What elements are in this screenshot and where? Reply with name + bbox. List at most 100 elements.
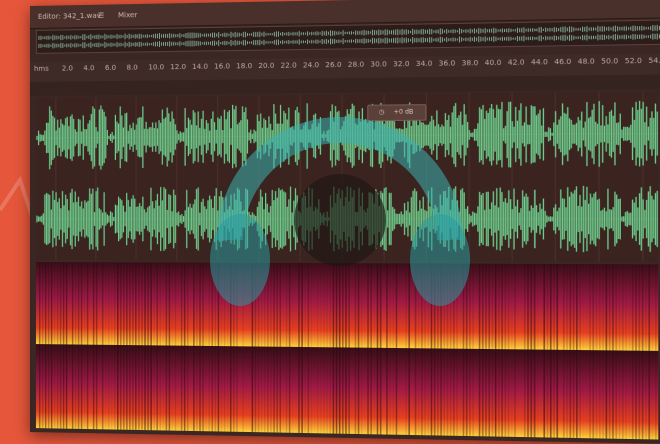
spectral-streak	[652, 264, 654, 439]
spectral-streak	[93, 262, 95, 429]
ruler-tick-label: 8.0	[127, 64, 138, 72]
spectral-streak	[635, 264, 637, 439]
spectral-streak	[501, 264, 503, 437]
spectral-streak	[431, 264, 433, 436]
ruler-tick-label: 18.0	[236, 62, 252, 70]
spectral-streak	[508, 264, 510, 437]
spectral-streak	[450, 264, 452, 436]
ruler-tick-label: 2.0	[62, 64, 73, 72]
ruler-start-label: hms	[34, 65, 49, 73]
spectral-streak	[289, 263, 291, 433]
spectral-streak	[233, 263, 235, 432]
ruler-tick-label: 6.0	[105, 64, 116, 72]
spectral-streak	[586, 264, 588, 438]
ruler-tick-label: 16.0	[214, 62, 230, 70]
spectral-streak	[534, 264, 536, 437]
menu-icon[interactable]: ☰	[98, 12, 104, 20]
spectral-streak	[169, 263, 171, 431]
spectral-streak	[42, 262, 43, 428]
spectral-streak	[553, 264, 555, 438]
spectral-streak	[459, 264, 461, 436]
spectral-streak	[270, 263, 272, 433]
tab-mixer[interactable]: Mixer	[118, 11, 137, 19]
spectral-streak	[156, 262, 158, 430]
spectral-streak	[72, 262, 73, 429]
spectral-streak	[418, 263, 420, 435]
spectral-streak	[629, 264, 631, 439]
spectral-streak	[645, 264, 647, 439]
ruler-tick-label: 20.0	[258, 62, 274, 70]
spectral-streak	[90, 262, 92, 429]
spectral-streak	[280, 263, 282, 433]
spectral-streak	[60, 262, 61, 428]
ruler-tick-label: 42.0	[508, 58, 525, 67]
spectral-streak	[205, 263, 207, 432]
ruler-tick-label: 46.0	[554, 58, 571, 67]
spectral-streak	[66, 262, 67, 429]
spectral-streak	[314, 263, 316, 433]
spectral-streak	[114, 262, 116, 429]
spectral-streak	[123, 262, 125, 429]
spectral-streak	[437, 264, 439, 436]
spectral-streak	[230, 263, 232, 432]
audio-editor-window: Editor: 342_1.wav ☰ Mixer hms 2.0 4.0 6.0 8…	[30, 0, 660, 444]
spectral-streak	[255, 263, 257, 432]
spectral-streak	[348, 263, 350, 434]
spectral-streak	[527, 264, 529, 437]
ruler-tick-label: 28.0	[348, 60, 364, 68]
ruler-tick-label: 10.0	[148, 63, 164, 71]
spectral-streak	[421, 263, 423, 435]
spectral-streak	[485, 264, 487, 437]
spectral-streak	[264, 263, 266, 432]
spectral-streak	[408, 263, 410, 435]
spectral-streak	[393, 263, 395, 434]
spectral-streak	[258, 263, 260, 432]
spectral-streak	[51, 262, 52, 428]
spectral-streak	[466, 264, 468, 436]
waveform-display[interactable]	[36, 91, 658, 262]
spectral-streak	[208, 263, 210, 432]
spectral-streak	[615, 264, 617, 439]
hud-amplitude-control[interactable]: ◷ +0 dB	[367, 104, 426, 121]
spectral-streak	[102, 262, 104, 429]
spectral-streak	[550, 264, 552, 438]
spectral-streak	[267, 263, 269, 432]
spectral-streak	[150, 262, 152, 430]
ruler-tick-label: 44.0	[531, 58, 548, 67]
spectral-streak	[495, 264, 497, 437]
spectral-streak	[396, 263, 398, 434]
spectral-streak	[351, 263, 353, 434]
spectral-streak	[655, 264, 657, 439]
spectral-streak	[399, 263, 401, 434]
clock-icon: ◷	[379, 109, 385, 116]
spectral-display[interactable]	[36, 262, 658, 439]
spectral-streak	[402, 263, 404, 434]
spectral-streak	[447, 264, 449, 436]
spectral-streak	[333, 263, 335, 433]
spectral-streak	[619, 264, 621, 439]
spectral-streak	[236, 263, 238, 432]
ruler-tick-label: 52.0	[625, 57, 642, 66]
ruler-tick-label: 22.0	[281, 61, 297, 69]
spectral-streak	[599, 264, 601, 438]
spectral-streak	[227, 263, 229, 432]
spectral-streak	[345, 263, 347, 434]
spectral-streak	[405, 263, 407, 434]
spectral-streak	[317, 263, 319, 433]
spectral-streak	[129, 262, 131, 429]
spectral-streak	[443, 264, 445, 436]
spectral-streak	[424, 263, 426, 435]
spectral-streak	[135, 262, 137, 430]
spectral-streak	[252, 263, 254, 432]
spectral-streak	[609, 264, 611, 438]
tab-editor[interactable]: Editor: 342_1.wav	[38, 12, 101, 21]
spectral-streak	[463, 264, 465, 436]
spectral-streak	[469, 264, 471, 436]
spectral-streak	[488, 264, 490, 437]
spectral-streak	[320, 263, 322, 433]
spectral-streak	[292, 263, 294, 433]
spectral-streak	[370, 263, 372, 434]
spectral-streak	[602, 264, 604, 438]
spectral-streak	[498, 264, 500, 437]
spectral-streak	[514, 264, 516, 437]
